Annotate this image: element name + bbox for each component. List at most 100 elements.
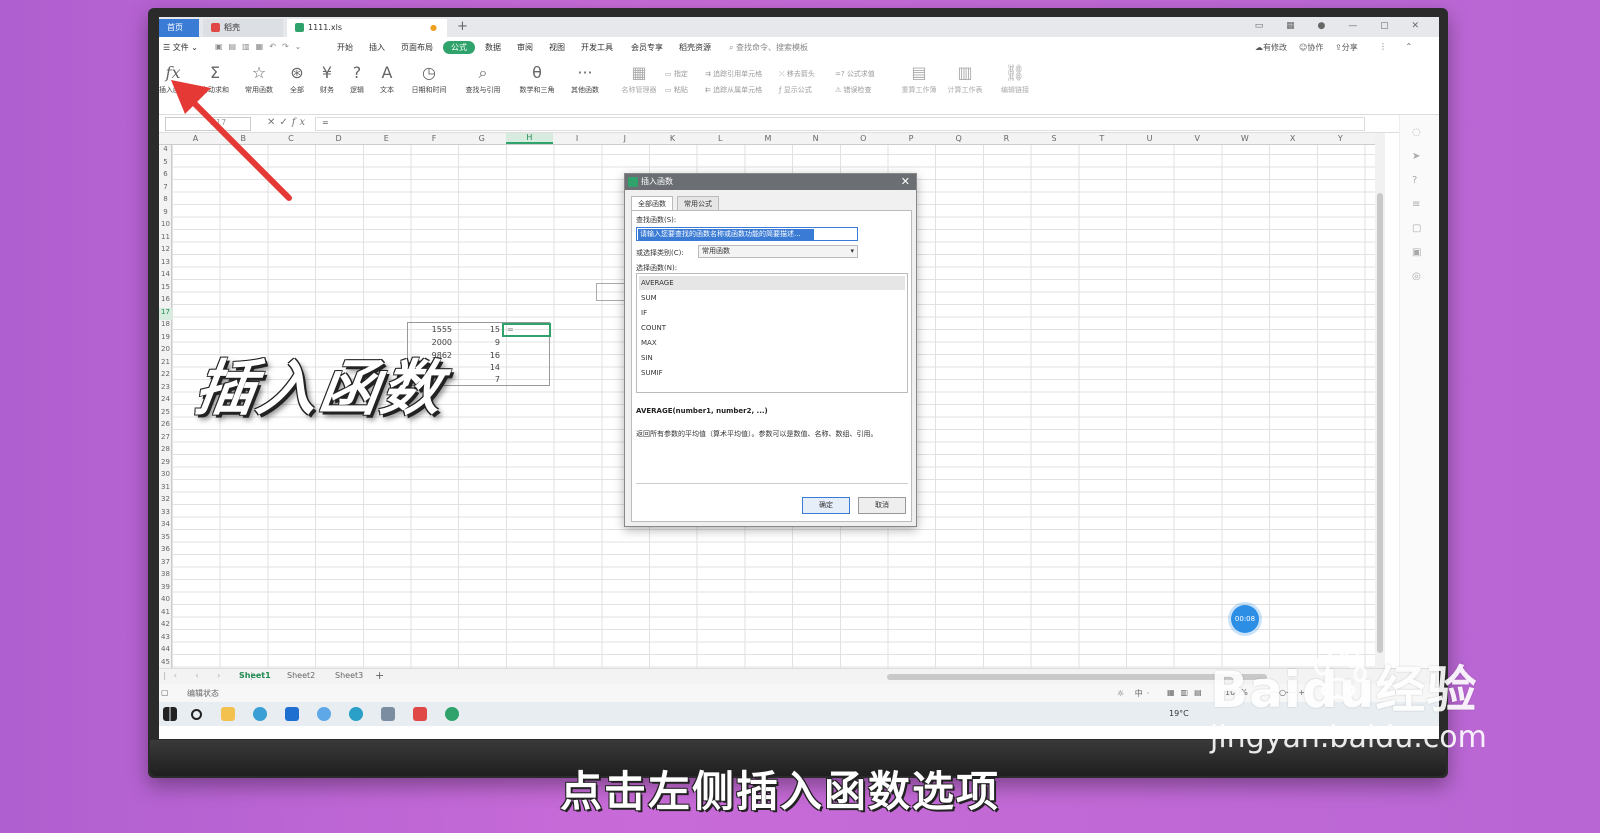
column-header-v[interactable]: V	[1174, 134, 1221, 143]
column-header-q[interactable]: Q	[935, 134, 982, 143]
function-item-count[interactable]: COUNT	[639, 321, 905, 335]
row-header-14[interactable]: 14	[159, 270, 172, 283]
row-header-19[interactable]: 19	[159, 333, 172, 346]
row-header-31[interactable]: 31	[159, 483, 172, 496]
row-header-40[interactable]: 40	[159, 595, 172, 608]
help-icon[interactable]: ?	[1412, 175, 1417, 186]
tab-docer[interactable]: 稻壳	[203, 19, 283, 37]
cell-g20[interactable]: 14	[455, 362, 503, 374]
close-icon[interactable]: ✕	[901, 174, 910, 190]
column-header-i[interactable]: I	[554, 134, 601, 143]
remove-arrows-button[interactable]: ⤫ 移去箭头	[779, 69, 815, 79]
row-header-20[interactable]: 20	[159, 345, 172, 358]
row-header-22[interactable]: 22	[159, 370, 172, 383]
column-header-h[interactable]: H	[505, 133, 553, 144]
column-header-o[interactable]: O	[840, 134, 887, 143]
search-function-input[interactable]: 请输入您要查找的函数名称或函数功能的简要描述...	[636, 227, 858, 241]
app-icon[interactable]	[381, 707, 395, 721]
menu-page-layout[interactable]: 页面布局	[401, 42, 433, 53]
quick-access-toolbar[interactable]: ▣▤▥▦↶↷⌄	[215, 42, 307, 51]
row-header-28[interactable]: 28	[159, 445, 172, 458]
column-header-x[interactable]: X	[1269, 134, 1316, 143]
column-header-j[interactable]: J	[601, 134, 648, 143]
row-header-44[interactable]: 44	[159, 645, 172, 658]
paste-name-button[interactable]: ▭ 粘贴	[665, 85, 688, 95]
windows-start-icon[interactable]	[163, 707, 177, 721]
row-header-24[interactable]: 24	[159, 395, 172, 408]
row-header-21[interactable]: 21	[159, 358, 172, 371]
picture-icon[interactable]: ▣	[1412, 247, 1421, 258]
row-header-32[interactable]: 32	[159, 495, 172, 508]
trace-precedents-button[interactable]: ⇉ 追踪引用单元格	[705, 69, 762, 79]
vertical-scroll-thumb[interactable]	[1377, 193, 1383, 653]
location-icon[interactable]: ◎	[1412, 271, 1421, 282]
row-header-16[interactable]: 16	[159, 295, 172, 308]
column-header-y[interactable]: Y	[1317, 134, 1364, 143]
row-header-23[interactable]: 23	[159, 383, 172, 396]
row-header-34[interactable]: 34	[159, 520, 172, 533]
sheet-tab-3[interactable]: Sheet3	[335, 671, 363, 680]
calc-sheet-button[interactable]: ▥ 计算工作表	[943, 63, 987, 95]
row-header-27[interactable]: 27	[159, 433, 172, 446]
trace-dependents-button[interactable]: ⇇ 追踪从属单元格	[705, 85, 762, 95]
cell-g18[interactable]: 9	[455, 337, 503, 349]
row-header-25[interactable]: 25	[159, 408, 172, 421]
define-name-button[interactable]: ▭ 指定	[665, 69, 688, 79]
menu-data[interactable]: 数据	[485, 42, 501, 53]
wps-sheet-icon[interactable]	[445, 707, 459, 721]
cell-f17[interactable]: 1555	[407, 324, 455, 336]
command-search[interactable]: ⌕ 查找命令、搜索模板	[729, 42, 808, 53]
function-item-sumif[interactable]: SUMIF	[639, 366, 905, 380]
cell-g21[interactable]: 7	[455, 374, 503, 386]
active-cell-h17[interactable]: =	[502, 323, 551, 337]
column-header-d[interactable]: D	[315, 134, 362, 143]
browser-icon[interactable]	[317, 707, 331, 721]
column-header-r[interactable]: R	[983, 134, 1030, 143]
function-list[interactable]: AVERAGE SUM IF COUNT MAX SIN SUMIF	[636, 273, 908, 393]
cursor-icon[interactable]: ➤	[1412, 151, 1420, 162]
function-item-average[interactable]: AVERAGE	[639, 276, 905, 290]
column-header-s[interactable]: S	[1031, 134, 1078, 143]
row-header-11[interactable]: 11	[159, 233, 172, 246]
show-formulas-button[interactable]: ƒ 显示公式	[779, 85, 812, 95]
row-header-43[interactable]: 43	[159, 633, 172, 646]
tab-all-functions[interactable]: 全部函数	[631, 196, 673, 211]
menu-developer[interactable]: 开发工具	[581, 42, 613, 53]
row-header-17[interactable]: 17	[159, 307, 172, 320]
file-menu[interactable]: ☰ 文件 ⌄	[163, 42, 198, 53]
column-header-p[interactable]: P	[888, 134, 935, 143]
sheet-tab-1[interactable]: Sheet1	[239, 671, 271, 680]
menu-review[interactable]: 审阅	[517, 42, 533, 53]
wps-icon[interactable]	[413, 707, 427, 721]
ok-button[interactable]: 确定	[802, 497, 850, 514]
lookup-button[interactable]: ⌕ 查找与引用	[461, 63, 505, 95]
cell-g17[interactable]: 15	[455, 324, 503, 336]
row-header-42[interactable]: 42	[159, 620, 172, 633]
row-header-29[interactable]: 29	[159, 458, 172, 471]
function-item-sin[interactable]: SIN	[639, 351, 905, 365]
settings-icon[interactable]: ≡	[1412, 199, 1420, 210]
function-item-sum[interactable]: SUM	[639, 291, 905, 305]
edge-icon[interactable]	[349, 707, 363, 721]
cell-g19[interactable]: 16	[455, 350, 503, 362]
function-item-if[interactable]: IF	[639, 306, 905, 320]
row-header-35[interactable]: 35	[159, 533, 172, 546]
menu-insert[interactable]: 插入	[369, 42, 385, 53]
search-circle-icon[interactable]	[191, 709, 202, 720]
column-header-f[interactable]: F	[411, 134, 458, 143]
column-header-u[interactable]: U	[1126, 134, 1173, 143]
tab-common-formulas[interactable]: 常用公式	[677, 196, 719, 211]
function-item-max[interactable]: MAX	[639, 336, 905, 350]
tab-workbook[interactable]: 1111.xls ●	[287, 19, 447, 37]
cancel-button[interactable]: 取消	[858, 497, 906, 514]
more-options[interactable]: ⋮ ⌃	[1379, 42, 1420, 51]
column-header-t[interactable]: T	[1078, 134, 1125, 143]
share-button[interactable]: ⇪分享	[1335, 42, 1358, 53]
row-header-10[interactable]: 10	[159, 220, 172, 233]
collaborate-button[interactable]: ☺协作	[1299, 42, 1323, 53]
column-header-e[interactable]: E	[363, 134, 410, 143]
add-sheet-button[interactable]: +	[375, 669, 384, 682]
row-header-30[interactable]: 30	[159, 470, 172, 483]
row-header-38[interactable]: 38	[159, 570, 172, 583]
new-tab-button[interactable]: +	[457, 19, 468, 34]
